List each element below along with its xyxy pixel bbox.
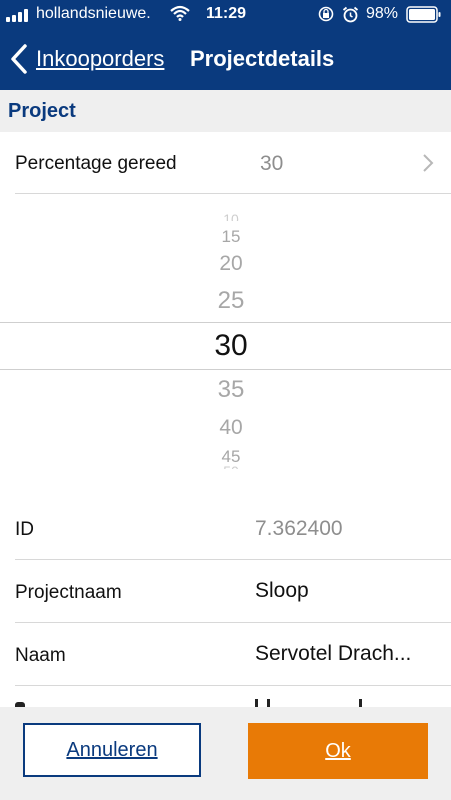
field-value: 7.362400 [255,517,343,540]
rotation-lock-icon [318,6,334,22]
picker-option[interactable]: 40 [0,416,451,440]
percentage-value: 30 [260,152,284,175]
carrier-name: hollandsnieuwe. [36,5,151,22]
field-row-id: ID 7.362400 [0,497,451,560]
status-bar: hollandsnieuwe. 11:29 98% [0,0,451,30]
navigation-bar: Inkooporders Projectdetails [0,30,451,90]
chevron-left-icon[interactable] [10,43,28,75]
alarm-icon [342,6,359,23]
field-label: Projectnaam [15,582,122,603]
app-header: hollandsnieuwe. 11:29 98% Inkooporders P… [0,0,451,90]
chevron-right-icon [423,154,434,172]
row-divider [15,193,451,194]
partial-value-glyphs [255,699,385,707]
field-row-partial [0,686,451,707]
wifi-icon [170,5,190,21]
signal-icon [6,9,32,22]
picker-option[interactable]: 35 [0,376,451,404]
page-title: Projectdetails [190,46,335,71]
back-button[interactable]: Inkooporders [36,46,164,72]
ok-button[interactable]: Ok [248,723,428,779]
field-row-projectnaam: Projectnaam Sloop [0,560,451,623]
picker-option[interactable]: 15 [0,227,451,247]
picker-selection-bottom-line [0,369,451,370]
picker-option[interactable]: 50 [0,463,451,469]
cancel-button[interactable]: Annuleren [23,723,201,777]
field-value: Servotel Drach... [255,642,412,665]
field-value: Sloop [255,579,309,602]
section-title: Project [8,100,76,122]
battery-percentage: 98% [366,5,399,22]
percentage-picker[interactable]: 10 15 20 25 30 35 40 45 50 [0,195,451,485]
picker-option[interactable]: 10 [0,211,451,221]
field-label: ID [15,519,34,540]
field-label: Naam [15,645,66,666]
battery-icon [406,6,441,23]
percentage-label: Percentage gereed [15,153,177,174]
picker-selection-top-line [0,322,451,323]
status-time: 11:29 [206,5,247,22]
picker-option[interactable]: 20 [0,252,451,276]
picker-option[interactable]: 25 [0,287,451,315]
picker-selected-option[interactable]: 30 [0,329,451,363]
percentage-row[interactable]: Percentage gereed 30 [0,132,451,194]
field-row-naam: Naam Servotel Drach... [0,623,451,686]
picker-option[interactable]: 45 [0,447,451,463]
footer-bar: Annuleren Ok [0,707,451,800]
section-header: Project [0,90,451,132]
